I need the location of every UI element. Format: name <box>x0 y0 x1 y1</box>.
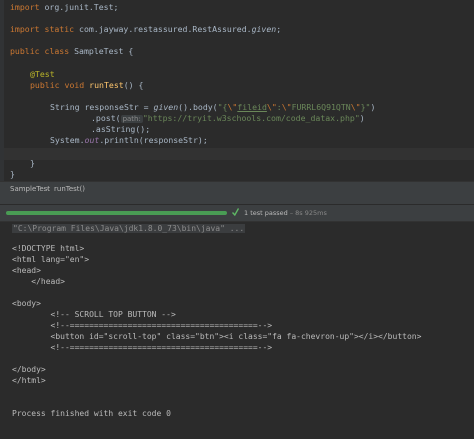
console-line: <button id="scroll-top" class="btn"><i c… <box>12 332 422 341</box>
breadcrumb: SampleTest › runTest() <box>0 181 474 197</box>
code-line-10[interactable]: } <box>30 158 35 168</box>
keyword: class <box>44 46 70 56</box>
keyword: import <box>10 2 40 12</box>
string-literal: "{ <box>217 102 228 112</box>
current-line-highlight <box>4 148 474 160</box>
code-text: com.jayway.restassured.RestAssured. <box>74 24 252 34</box>
code-text: org.junit.Test; <box>39 2 119 12</box>
test-result-text: 1 test passed – 8s 925ms <box>244 209 327 217</box>
test-progress-bar <box>6 211 227 215</box>
code-line-4[interactable]: @Test <box>30 69 55 79</box>
code-text: .post( <box>91 113 121 123</box>
keyword: import <box>10 24 40 34</box>
console-command-line: "C:\Program Files\Java\jdk1.8.0_73\bin\j… <box>12 224 246 234</box>
code-text: ) <box>370 102 376 112</box>
code-line-8[interactable]: .asString(); <box>91 124 150 134</box>
console-line: <!--====================================… <box>12 321 273 330</box>
test-status-label: 1 test passed <box>244 209 288 217</box>
static-member: given <box>251 24 277 34</box>
method-name: runTest <box>89 80 124 90</box>
code-text: ().body( <box>178 102 218 112</box>
breadcrumb-item-class[interactable]: SampleTest <box>10 185 50 193</box>
console-line: <body> <box>12 299 41 308</box>
console-line: <!--====================================… <box>12 343 273 352</box>
panel-divider[interactable] <box>0 197 474 205</box>
console-line: </head> <box>12 277 65 286</box>
keyword: public <box>30 80 60 90</box>
code-text: () { <box>123 80 144 90</box>
string-literal: "https://tryit.w3schools.com/code_datax.… <box>142 113 360 123</box>
console-line: <head> <box>12 266 41 275</box>
console-line: <!DOCTYPE html> <box>12 244 85 253</box>
static-call: given <box>153 102 179 112</box>
breadcrumb-separator: › <box>46 185 49 193</box>
code-line-6[interactable]: String responseStr = given().body("{\"fi… <box>50 102 375 112</box>
code-text: String responseStr = <box>50 102 154 112</box>
breadcrumb-item-method[interactable]: runTest() <box>54 185 85 193</box>
code-text: } <box>30 158 35 168</box>
code-line-2[interactable]: import static com.jayway.restassured.Res… <box>10 24 281 34</box>
code-line-3[interactable]: public class SampleTest { <box>10 46 133 56</box>
test-duration: – 8s 925ms <box>289 209 327 217</box>
escape-seq: \" <box>281 102 292 112</box>
console-line: <html lang="en"> <box>12 255 90 264</box>
string-literal: fileid <box>237 102 267 112</box>
code-text: SampleTest { <box>69 46 134 56</box>
escape-seq: \" <box>227 102 238 112</box>
code-line-11[interactable]: } <box>10 169 15 179</box>
parameter-hint: path: <box>120 115 143 123</box>
code-line-9[interactable]: System.out.println(responseStr); <box>50 135 208 145</box>
console-line: </html> <box>12 376 46 385</box>
keyword: void <box>64 80 85 90</box>
code-text: .println(responseStr); <box>99 135 208 145</box>
code-text: .asString(); <box>91 124 151 134</box>
java-command[interactable]: "C:\Program Files\Java\jdk1.8.0_73\bin\j… <box>12 224 246 233</box>
console-exit-line: Process finished with exit code 0 <box>12 409 171 418</box>
console-output[interactable]: "C:\Program Files\Java\jdk1.8.0_73\bin\j… <box>0 222 474 439</box>
code-line-5[interactable]: public void runTest() { <box>30 80 143 90</box>
static-field: out <box>84 135 100 145</box>
console-line: </body> <box>12 365 46 374</box>
string-literal: FURRL6Q91QTN <box>291 102 351 112</box>
console-line: <!-- SCROLL TOP BUTTON --> <box>12 310 176 319</box>
code-line-1[interactable]: import org.junit.Test; <box>10 2 118 12</box>
code-text: System. <box>50 135 85 145</box>
code-text: ; <box>276 24 282 34</box>
code-editor[interactable]: import org.junit.Test; import static com… <box>0 0 474 181</box>
check-icon <box>232 208 239 217</box>
annotation: @Test <box>30 69 55 79</box>
escape-seq: \" <box>266 102 277 112</box>
code-line-7[interactable]: .post(path: "https://tryit.w3schools.com/… <box>91 113 365 123</box>
string-literal: }" <box>360 102 371 112</box>
keyword: static <box>44 24 75 34</box>
code-text: } <box>10 169 15 179</box>
keyword: public <box>10 46 40 56</box>
code-text: ) <box>359 113 365 123</box>
test-status-bar: 1 test passed – 8s 925ms <box>0 205 474 222</box>
escape-seq: \" <box>350 102 361 112</box>
